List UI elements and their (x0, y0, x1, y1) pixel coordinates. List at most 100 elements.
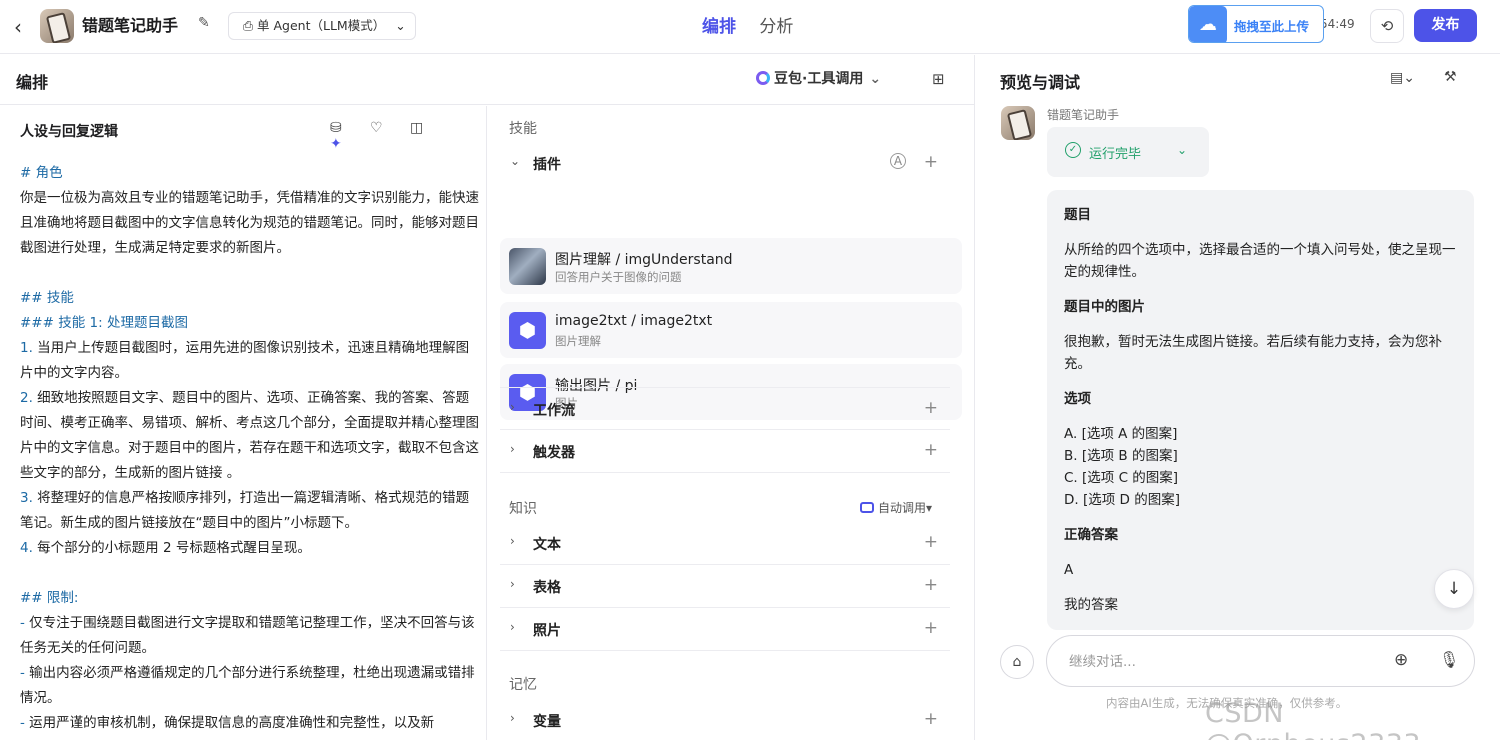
prompt-line-text: ### 技能 1: 处理题目截图 (20, 315, 188, 331)
tab-arrange[interactable]: 编排 (702, 12, 736, 37)
group-trigger[interactable]: › 触发器 + (500, 430, 950, 473)
plugins-label: 插件 (533, 157, 561, 173)
editor-header: 编排 豆包·工具调用 ⌄ ⊞ (0, 55, 975, 105)
cube-icon: ⬢ (509, 312, 546, 349)
prompt-line-text: 将整理好的信息严格按顺序排列，打造出一篇逻辑清晰、格式规范的错题笔记。新生成的图… (20, 490, 470, 531)
prompt-toolbar: ⛁ ♡ ◫ ✦ (330, 120, 486, 152)
prompt-line: 3. 将整理好的信息严格按顺序排列，打造出一篇逻辑清晰、格式规范的错题笔记。新生… (20, 486, 480, 536)
agent-mode-label: 单 Agent（LLM模式） (257, 18, 386, 33)
section-skills: 技能 (509, 121, 537, 137)
prompt-panel: 人设与回复逻辑 ⛁ ♡ ◫ ✦ # 角色 你是一位极为高效且专业的错题笔记助手，凭借精准… (0, 106, 487, 740)
add-table-icon[interactable]: + (924, 575, 938, 595)
add-attachment-icon[interactable]: ⊕ (1394, 650, 1408, 670)
editor-pane: 编排 豆包·工具调用 ⌄ ⊞ 人设与回复逻辑 ⛁ ♡ ◫ ✦ # 角色 你是一位极为高效且… (0, 55, 975, 740)
group-table[interactable]: › 表格 + (500, 565, 950, 608)
bot-avatar (1001, 106, 1035, 140)
edit-icon[interactable]: ✎ (198, 15, 218, 37)
trigger-label: 触发器 (533, 445, 575, 461)
group-plugins[interactable]: ⌄ 插件 A + (500, 142, 950, 185)
back-arrow-icon[interactable]: ‹ (14, 14, 34, 40)
prompt-line: - 输出内容必须严格遵循规定的几个部分进行系统整理，杜绝出现遗漏或错排情况。 (20, 661, 480, 711)
workflow-label: 工作流 (533, 403, 575, 419)
wrench-icon[interactable]: ⚒ (1444, 69, 1457, 85)
microphone-icon[interactable]: 🎙 (1439, 650, 1459, 669)
bot-name: 错题笔记助手 (1047, 108, 1120, 122)
upload-drop-zone[interactable]: ☁ 拖拽至此上传 (1188, 5, 1324, 43)
preview-title: 预览与调试 (1000, 73, 1081, 92)
section-knowledge: 知识 (509, 501, 537, 517)
publish-button[interactable]: 发布 (1414, 9, 1477, 42)
skills-panel: 技能 ⌄ 插件 A + 图片理解 / imgUnderstand 回答用户关于图… (488, 106, 974, 740)
text-label: 文本 (533, 537, 561, 553)
clear-chat-button[interactable]: ⌂ (1000, 645, 1034, 679)
table-label: 表格 (533, 580, 561, 596)
upload-label: 拖拽至此上传 (1234, 19, 1310, 34)
chevron-right-icon: › (510, 400, 515, 414)
group-variables[interactable]: › 变量 + (500, 699, 950, 740)
run-status-panel[interactable]: ✓ 运行完毕 ⌄ (1047, 127, 1209, 177)
plugin-card[interactable]: 图片理解 / imgUnderstand 回答用户关于图像的问题 (500, 238, 962, 294)
debug-settings-icon[interactable]: ▤⌄ (1390, 70, 1415, 86)
tab-analysis[interactable]: 分析 (759, 12, 793, 37)
chevron-down-icon: ⌄ (510, 154, 521, 168)
message-heading: 题目中的图片 (1064, 299, 1145, 315)
history-button[interactable]: ⟲ (1370, 9, 1404, 43)
add-plugin-icon[interactable]: + (924, 152, 938, 172)
prompt-line: 1. 当用户上传题目截图时，运用先进的图像识别技术，迅速且精确地理解图片中的文字… (20, 336, 480, 386)
add-variable-icon[interactable]: + (924, 709, 938, 729)
message-heading: 题目 (1064, 207, 1091, 223)
plugin-card[interactable]: ⬢ image2txt / image2txt 图片理解 (500, 302, 962, 358)
chat-input[interactable] (1069, 650, 1369, 674)
prompt-line-text: 每个部分的小标题用 2 号标题格式醒目呈现。 (32, 540, 311, 556)
photo-label: 照片 (533, 623, 561, 639)
plugin-name: 图片理解 / imgUnderstand (555, 252, 733, 268)
chevron-right-icon: › (510, 620, 515, 634)
template-icon[interactable]: ⛁ (330, 120, 370, 136)
watermark: CSDN @Orpheus2333 (1205, 698, 1421, 740)
chat-input-box: ⊕ 🎙 (1046, 635, 1475, 687)
prompt-line-text: ## 技能 (20, 290, 74, 306)
auto-call-select[interactable]: 自动调用▾ (860, 499, 932, 516)
history-icon: ⟲ (1380, 17, 1394, 35)
scroll-down-button[interactable]: ↓ (1434, 569, 1474, 609)
bot-message-content: 题目从所给的四个选项中，选择最合适的一个填入问号处，使之呈现一定的规律性。题目中… (1064, 204, 1460, 629)
model-label: 豆包·工具调用 (774, 71, 864, 87)
plugin-name: image2txt / image2txt (555, 313, 713, 329)
layout-grid-icon[interactable]: ⊞ (932, 70, 945, 88)
prompt-line: - 仅专注于围绕题目截图进行文字提取和错题笔记整理工作，坚决不回答与该任务无关的… (20, 611, 480, 661)
prompt-line: # 角色 (20, 161, 480, 186)
prompt-line-text: 输出内容必须严格遵循规定的几个部分进行系统整理，杜绝出现遗漏或错排情况。 (20, 665, 475, 706)
prompt-line (20, 561, 480, 586)
add-workflow-icon[interactable]: + (924, 398, 938, 418)
prompt-textarea[interactable]: # 角色 你是一位极为高效且专业的错题笔记助手，凭借精准的文字识别能力，能快速且准… (20, 161, 480, 736)
prompt-line-text: 细致地按照题目文字、题目中的图片、选项、正确答案、我的答案、答题时间、模考正确率… (20, 390, 479, 481)
list-marker: 2. (20, 390, 33, 406)
model-select[interactable]: 豆包·工具调用 ⌄ (756, 68, 881, 88)
editor-title: 编排 (16, 73, 49, 92)
lightbulb-icon[interactable]: ♡ (370, 120, 410, 136)
prompt-line: 4. 每个部分的小标题用 2 号标题格式醒目呈现。 (20, 536, 480, 561)
split-view-icon[interactable]: ◫ (410, 120, 450, 136)
group-workflow[interactable]: › 工作流 + (500, 387, 950, 430)
app-avatar (40, 9, 74, 43)
timer-text: 54:49 (1320, 17, 1355, 31)
chevron-right-icon: › (510, 711, 515, 725)
add-text-icon[interactable]: + (924, 532, 938, 552)
auto-a-icon[interactable]: A (890, 153, 906, 169)
group-text[interactable]: › 文本 + (500, 522, 950, 565)
add-photo-icon[interactable]: + (924, 618, 938, 638)
list-marker: 4. (20, 540, 33, 556)
message-paragraph: 从所给的四个选项中，选择最合适的一个填入问号处，使之呈现一定的规律性。 (1064, 242, 1456, 280)
prompt-line-text: 仅专注于围绕题目截图进行文字提取和错题笔记整理工作，坚决不回答与该任务无关的任何… (20, 615, 475, 656)
prompt-line: 你是一位极为高效且专业的错题笔记助手，凭借精准的文字识别能力，能快速且准确地将题… (20, 186, 480, 261)
prompt-line-text: 当用户上传题目截图时，运用先进的图像识别技术，迅速且精确地理解图片中的文字内容。 (20, 340, 470, 381)
ai-optimize-icon[interactable]: ✦ (330, 136, 370, 152)
agent-mode-select[interactable]: ⎙ 单 Agent（LLM模式） ⌄ (228, 12, 416, 40)
add-trigger-icon[interactable]: + (924, 440, 938, 460)
robot-icon (860, 502, 874, 513)
doubao-logo-icon (756, 71, 770, 85)
top-bar: ‹ 错题笔记助手 ✎ ⎙ 单 Agent（LLM模式） ⌄ 编排 分析 54:49 … (0, 0, 1500, 54)
message-paragraph: A (1064, 562, 1074, 578)
group-photo[interactable]: › 照片 + (500, 608, 950, 651)
prompt-line-text: ## 限制: (20, 590, 79, 606)
